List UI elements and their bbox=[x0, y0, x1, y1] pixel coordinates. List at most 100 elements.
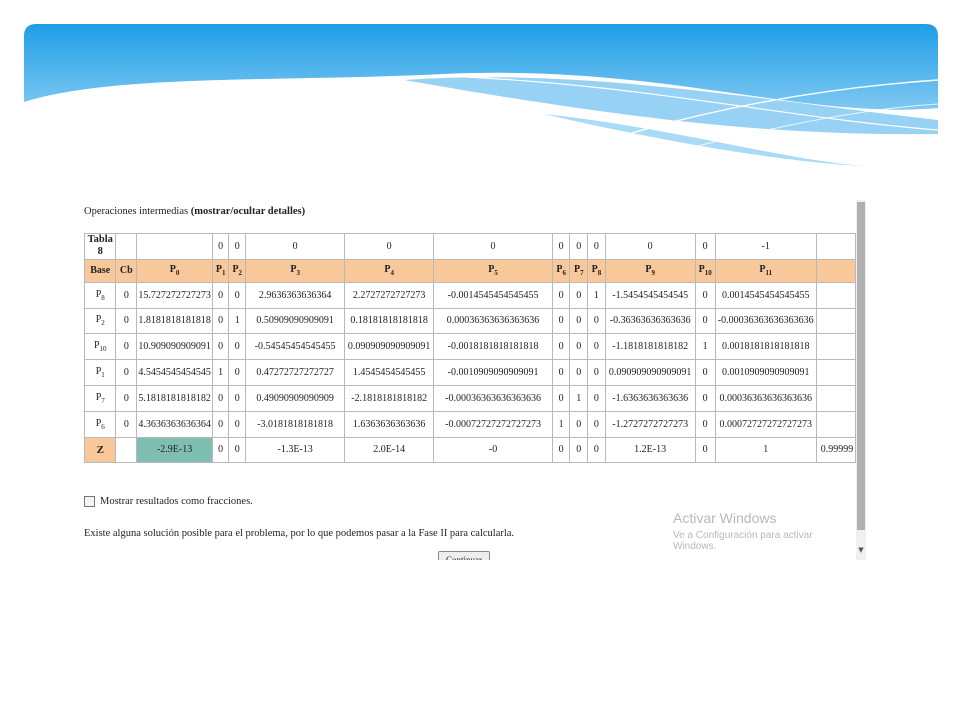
table-cell: 0 bbox=[115, 307, 138, 335]
table-cell: -0.0014545454545455 bbox=[433, 281, 553, 309]
table-cell: 1.8181818181818 bbox=[136, 307, 214, 335]
watermark-title: Activar Windows bbox=[673, 510, 777, 526]
cost-cell: 0 bbox=[694, 233, 716, 260]
column-header: P2 bbox=[228, 258, 247, 283]
table-cell: 5.1818181818182 bbox=[136, 384, 214, 412]
column-header bbox=[815, 258, 856, 283]
table-cell: 0 bbox=[569, 359, 589, 386]
cost-cell: 0 bbox=[212, 233, 230, 260]
column-header: Base bbox=[83, 258, 117, 283]
z-cell: 0 bbox=[551, 436, 571, 464]
header-row: Base Cb P0 P1 P2 P3 P4 P5 P6 P7 P8 P9 P1… bbox=[83, 258, 856, 283]
z-cell: 0 bbox=[694, 436, 716, 464]
cost-cell: -1 bbox=[714, 233, 817, 260]
table-cell: 0 bbox=[694, 281, 716, 309]
table-cell: 0 bbox=[569, 281, 589, 309]
table-cell: 0 bbox=[694, 410, 716, 438]
table-body: P8 0 15.727272727273 0 0 2.9636363636364 2.272… bbox=[83, 281, 856, 438]
cost-cell: 0 bbox=[587, 233, 606, 260]
z-cell: -0 bbox=[433, 436, 553, 464]
z-cell: 0.99999 bbox=[815, 436, 856, 464]
table-cell: 0.0010909090909091 bbox=[714, 359, 817, 386]
table-cell: 0 bbox=[569, 307, 589, 335]
toggle-details-link[interactable]: (mostrar/ocultar detalles) bbox=[191, 206, 305, 217]
table-cell: -1.2727272727273 bbox=[604, 410, 696, 438]
table-cell: 0 bbox=[212, 281, 230, 309]
cost-cell: 0 bbox=[344, 233, 435, 260]
cost-cell: 0 bbox=[433, 233, 553, 260]
table-cell: 0 bbox=[694, 307, 716, 335]
cost-cell bbox=[815, 233, 856, 260]
fractions-checkbox[interactable] bbox=[84, 496, 95, 507]
table-cell: -0.54545454545455 bbox=[245, 333, 346, 361]
scrollbar-thumb[interactable] bbox=[857, 202, 865, 530]
table-cell: 0 bbox=[569, 333, 589, 361]
z-cell: 0 bbox=[228, 436, 247, 464]
base-cell: P2 bbox=[83, 307, 117, 335]
table-cell: 0 bbox=[551, 384, 571, 412]
table-cell: 0 bbox=[228, 281, 247, 309]
base-cell: P6 bbox=[83, 410, 117, 438]
table-cell: 0 bbox=[115, 359, 138, 386]
continue-button[interactable]: Continuar bbox=[438, 551, 490, 560]
table-cell: 0.00036363636363636 bbox=[714, 384, 817, 412]
table-cell bbox=[815, 307, 856, 335]
column-header: P9 bbox=[604, 258, 696, 283]
table-cell bbox=[815, 359, 856, 386]
base-cell: P10 bbox=[83, 333, 117, 361]
table-row: P7 0 5.1818181818182 0 0 0.49090909090909 -2.1… bbox=[83, 384, 856, 412]
table-row: P2 0 1.8181818181818 0 1 0.50909090909091 0.18… bbox=[83, 307, 856, 335]
table-cell: 1 bbox=[694, 333, 716, 361]
table-cell: 0 bbox=[587, 359, 606, 386]
table-cell: -3.0181818181818 bbox=[245, 410, 346, 438]
table-cell: 1 bbox=[228, 307, 247, 335]
table-cell: 0.090909090909091 bbox=[604, 359, 696, 386]
cost-row: Tabla 8 0 0 0 0 0 0 0 0 0 0 -1 bbox=[83, 233, 856, 260]
table-cell bbox=[815, 281, 856, 309]
table-cell: 0 bbox=[551, 359, 571, 386]
cost-cell: 0 bbox=[604, 233, 696, 260]
column-header: P3 bbox=[245, 258, 346, 283]
table-cell: 2.2727272727273 bbox=[344, 281, 435, 309]
table-cell: -1.5454545454545 bbox=[604, 281, 696, 309]
column-header: P10 bbox=[694, 258, 716, 283]
z-row: Z -2.9E-13 0 0 -1.3E-13 2.0E-14 -0 0 0 0… bbox=[83, 436, 856, 464]
cost-cell bbox=[115, 233, 138, 260]
table-cell: 0 bbox=[115, 333, 138, 361]
base-cell: P7 bbox=[83, 384, 117, 412]
base-cell: P8 bbox=[83, 281, 117, 309]
intermediate-operations-line: Operaciones intermedias (mostrar/ocultar… bbox=[84, 206, 305, 217]
table-cell: 0 bbox=[569, 410, 589, 438]
table-row: P1 0 4.5454545454545 1 0 0.47272727272727 1.45… bbox=[83, 359, 856, 386]
table-cell: 0.0014545454545455 bbox=[714, 281, 817, 309]
cost-cell: 0 bbox=[551, 233, 571, 260]
table-cell: 0 bbox=[694, 384, 716, 412]
table-cell: 0 bbox=[551, 281, 571, 309]
simplex-table: Tabla 8 0 0 0 0 0 0 0 0 0 0 -1 Base Cb P… bbox=[83, 233, 856, 464]
embedded-screenshot: Operaciones intermedias (mostrar/ocultar… bbox=[72, 200, 866, 560]
table-cell bbox=[815, 333, 856, 361]
table-cell: 0 bbox=[694, 359, 716, 386]
table-cell: -1.1818181818182 bbox=[604, 333, 696, 361]
z-label: Z bbox=[83, 436, 117, 464]
z-cell: -1.3E-13 bbox=[245, 436, 346, 464]
column-header: P11 bbox=[714, 258, 817, 283]
table-cell: 1.6363636363636 bbox=[344, 410, 435, 438]
table-cell: -1.6363636363636 bbox=[604, 384, 696, 412]
table-cell: -0.00072727272727273 bbox=[433, 410, 553, 438]
table-cell: 0.18181818181818 bbox=[344, 307, 435, 335]
table-cell: 0 bbox=[587, 410, 606, 438]
cost-cell: 0 bbox=[228, 233, 247, 260]
scroll-down-arrow-icon[interactable]: ▼ bbox=[856, 546, 866, 554]
table-cell: -0.0018181818181818 bbox=[433, 333, 553, 361]
vertical-scrollbar[interactable]: ▼ bbox=[856, 200, 866, 560]
column-header: P7 bbox=[569, 258, 589, 283]
column-header: P0 bbox=[136, 258, 214, 283]
cost-cell: 0 bbox=[245, 233, 346, 260]
table-cell: 0.0018181818181818 bbox=[714, 333, 817, 361]
column-header: P5 bbox=[433, 258, 553, 283]
table-row: P10 0 10.909090909091 0 0 -0.54545454545455 0.… bbox=[83, 333, 856, 361]
table-cell: 4.5454545454545 bbox=[136, 359, 214, 386]
table-cell: 2.9636363636364 bbox=[245, 281, 346, 309]
table-cell: 0 bbox=[228, 384, 247, 412]
